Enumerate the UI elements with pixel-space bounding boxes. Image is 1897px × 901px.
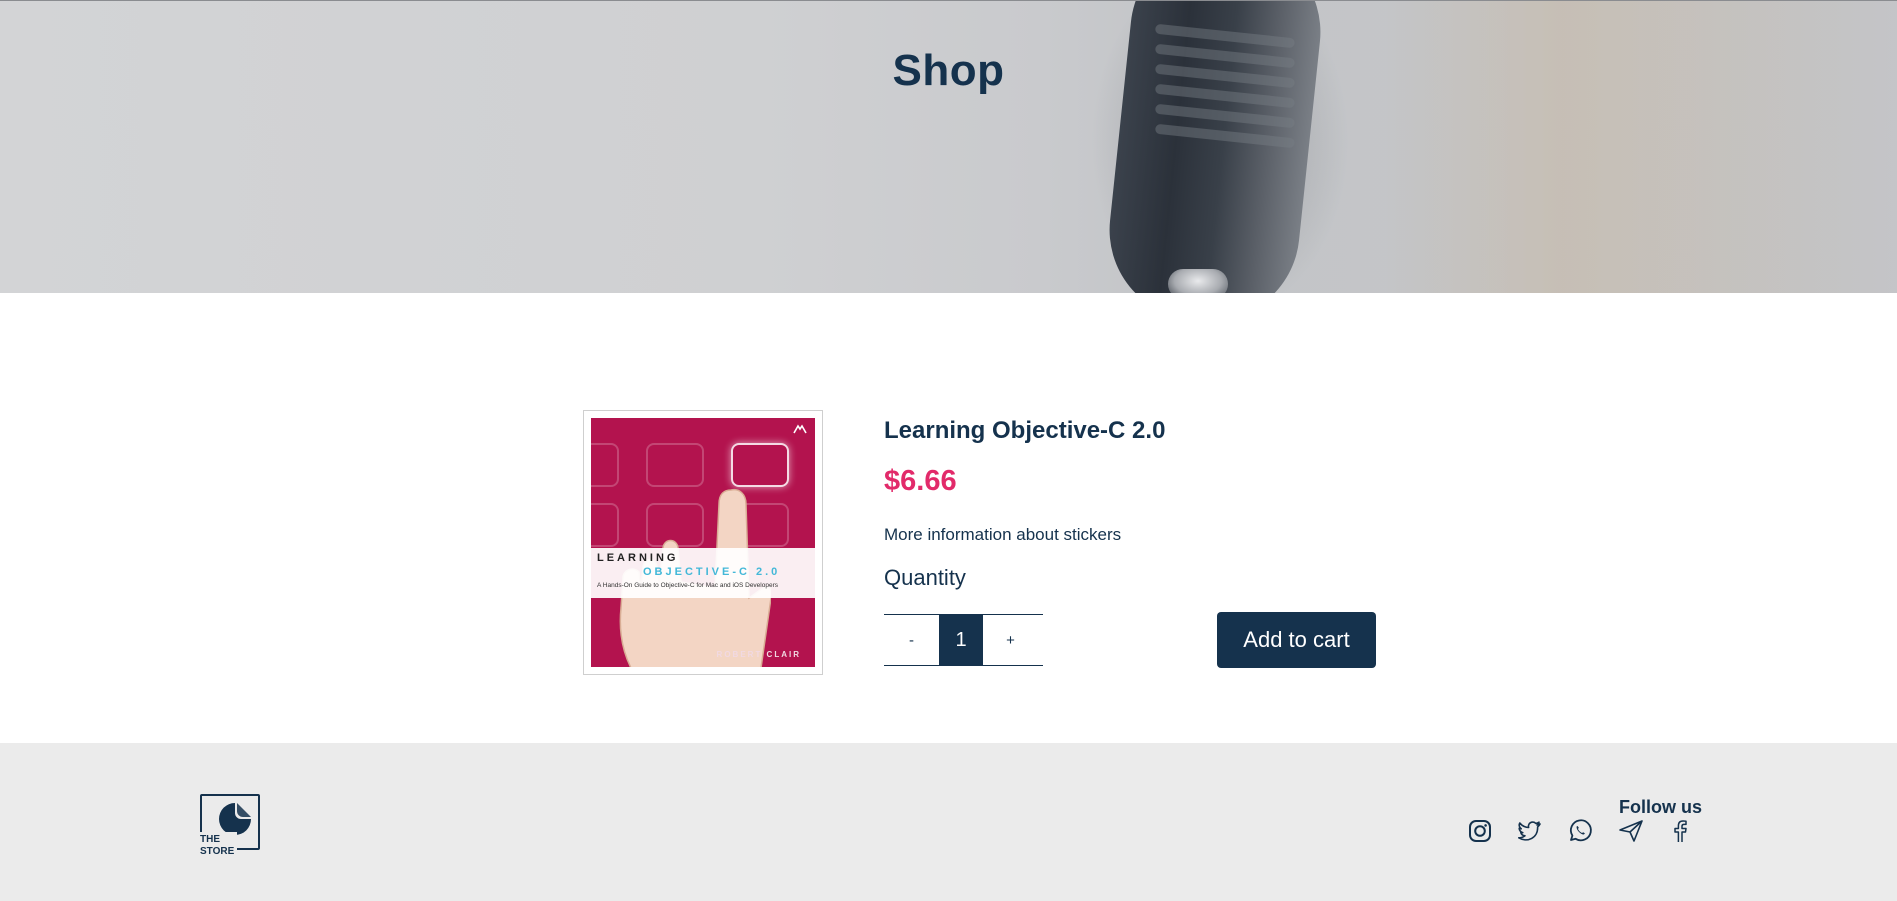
cover-author: ROBERT CLAIR [716, 650, 801, 659]
store-logo[interactable]: THE STORE [199, 794, 261, 858]
add-to-cart-button[interactable]: Add to cart [1217, 612, 1376, 668]
footer [0, 743, 1897, 901]
book-cover: LEARNING OBJECTIVE-C 2.0 A Hands-On Guid… [591, 418, 815, 667]
instagram-icon[interactable] [1466, 817, 1494, 845]
hero-pen-tip [1168, 269, 1228, 293]
store-logo-text-line2: STORE [200, 846, 235, 857]
publisher-logo-icon [793, 424, 807, 434]
quantity-stepper: - 1 + [884, 614, 1043, 666]
store-logo-text: THE STORE [199, 832, 238, 858]
page-title: Shop [892, 46, 1005, 95]
quantity-label: Quantity [884, 565, 966, 590]
store-logo-text-line1: THE [200, 834, 220, 845]
product-image[interactable]: LEARNING OBJECTIVE-C 2.0 A Hands-On Guid… [583, 410, 823, 675]
hero-banner: Shop [0, 0, 1897, 293]
twitter-icon[interactable] [1516, 817, 1544, 845]
quantity-value[interactable]: 1 [939, 615, 983, 665]
more-info-link[interactable]: More information about stickers [884, 525, 1121, 545]
follow-us-label: Follow us [1619, 797, 1702, 817]
facebook-icon[interactable] [1666, 817, 1694, 845]
cover-title-line1: LEARNING [597, 552, 679, 564]
hero-pen-image [1100, 1, 1330, 293]
cover-title-line2: OBJECTIVE-C 2.0 [643, 566, 781, 578]
telegram-icon[interactable] [1617, 817, 1645, 845]
cover-subtitle: A Hands-On Guide to Objective-C for Mac … [597, 582, 778, 589]
hero-background-tint [1380, 1, 1897, 293]
product-title: Learning Objective-C 2.0 [884, 417, 1166, 444]
product-price: $6.66 [884, 465, 957, 497]
decrement-button[interactable]: - [884, 615, 939, 665]
increment-button[interactable]: + [983, 615, 1038, 665]
whatsapp-icon[interactable] [1566, 817, 1594, 845]
